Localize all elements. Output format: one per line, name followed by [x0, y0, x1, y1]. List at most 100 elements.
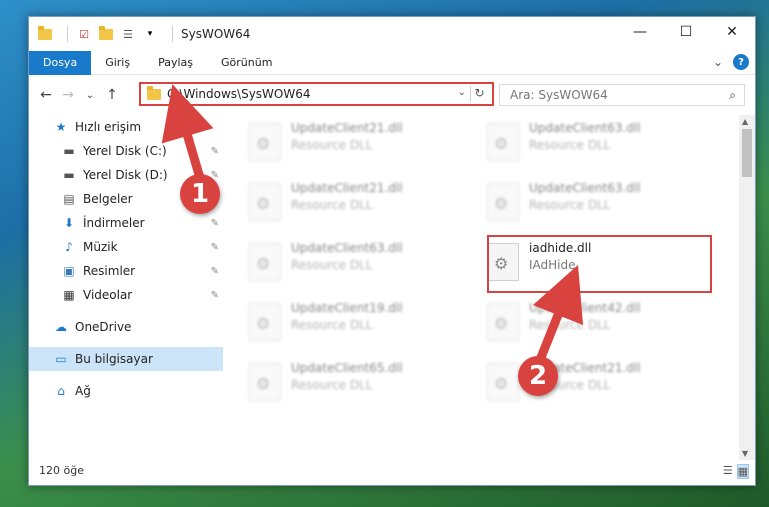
cloud-icon: ☁	[55, 320, 67, 334]
sidebar-item-this-pc[interactable]: ▭ Bu bilgisayar	[29, 347, 223, 371]
properties-icon[interactable]: ☑	[76, 26, 92, 42]
sidebar-item-label: Yerel Disk (C:)	[83, 144, 167, 158]
chevron-down-icon[interactable]: ⌄	[458, 87, 466, 98]
sidebar-item-label: İndirmeler	[83, 216, 145, 230]
list-item[interactable]: UpdateClient21.dll Resource DLL	[249, 119, 469, 173]
file-name: UpdateClient21.dll	[291, 121, 403, 135]
search-input[interactable]: Ara: SysWOW64 ⌕	[499, 84, 745, 106]
pin-icon[interactable]: ✎	[211, 266, 219, 277]
dll-file-icon	[249, 243, 281, 281]
list-item[interactable]: UpdateClient63.dll Resource DLL	[249, 239, 469, 293]
pin-icon[interactable]: ✎	[211, 146, 219, 157]
drive-icon: ▬	[63, 144, 75, 158]
sidebar-item-network[interactable]: ⌂ Ağ	[29, 379, 223, 403]
address-path: C:\Windows\SysWOW64	[167, 87, 311, 101]
sidebar-item-label: Videolar	[83, 288, 133, 302]
vertical-scrollbar[interactable]: ▲ ▼	[739, 115, 755, 460]
sidebar-item-label: Yerel Disk (D:)	[83, 168, 168, 182]
title-bar: ☑ ☰ ▾ SysWOW64 — ☐ ✕	[29, 17, 755, 51]
sidebar-item-label: Hızlı erişim	[75, 120, 142, 134]
file-name: UpdateClient63.dll	[291, 241, 403, 255]
pin-icon[interactable]: ✎	[211, 242, 219, 253]
divider	[67, 26, 68, 42]
step-badge-2: 2	[518, 356, 558, 396]
tab-share[interactable]: Paylaş	[144, 51, 207, 75]
sidebar-item-videos[interactable]: ▦ Videolar ✎	[29, 283, 223, 307]
file-description: Resource DLL	[291, 138, 373, 152]
file-description: Resource DLL	[529, 318, 611, 332]
maximize-button[interactable]: ☐	[663, 17, 709, 47]
back-button[interactable]: ←	[35, 87, 57, 103]
item-count: 120 öğe	[39, 464, 84, 477]
navigation-pane: ★ Hızlı erişim ▬ Yerel Disk (C:) ✎ ▬ Yer…	[29, 115, 223, 445]
ribbon-tabs: Dosya Giriş Paylaş Görünüm ⌄ ?	[29, 50, 755, 75]
file-name: UpdateClient19.dll	[291, 301, 403, 315]
sidebar-item-label: Müzik	[83, 240, 118, 254]
pictures-icon: ▣	[63, 264, 75, 278]
close-button[interactable]: ✕	[709, 17, 755, 47]
step-badge-1: 1	[180, 174, 220, 214]
pin-icon[interactable]: ✎	[211, 218, 219, 229]
documents-icon: ▤	[63, 192, 75, 206]
scroll-thumb[interactable]	[742, 129, 752, 177]
help-icon[interactable]: ?	[733, 54, 749, 70]
address-bar[interactable]: C:\Windows\SysWOW64 ⌄ ↻	[139, 82, 494, 106]
tab-home[interactable]: Giriş	[91, 51, 144, 75]
dll-file-icon	[249, 183, 281, 221]
details-view-icon[interactable]: ☰	[723, 464, 733, 479]
file-description: Resource DLL	[291, 198, 373, 212]
network-icon: ⌂	[57, 384, 65, 398]
scroll-up-icon[interactable]: ▲	[742, 117, 748, 126]
up-button[interactable]: ↑	[101, 87, 123, 103]
tab-file[interactable]: Dosya	[29, 50, 92, 75]
file-description: Resource DLL	[291, 378, 373, 392]
list-item[interactable]: UpdateClient42.dll Resource DLL	[487, 299, 707, 353]
sidebar-item-onedrive[interactable]: ☁ OneDrive	[29, 315, 223, 339]
forward-button[interactable]: →	[57, 87, 79, 103]
list-item[interactable]: UpdateClient65.dll Resource DLL	[249, 359, 469, 413]
drive-icon: ▬	[63, 168, 75, 182]
window-title: SysWOW64	[181, 27, 251, 41]
window-controls: — ☐ ✕	[617, 17, 755, 47]
dll-file-icon	[249, 123, 281, 161]
customize-toolbar-icon[interactable]: ☰	[120, 26, 136, 42]
refresh-button[interactable]: ↻	[470, 86, 488, 102]
dll-file-icon	[487, 123, 519, 161]
sidebar-item-quick-access[interactable]: ★ Hızlı erişim	[29, 115, 223, 139]
list-item[interactable]: UpdateClient63.dll Resource DLL	[487, 119, 707, 173]
sidebar-item-music[interactable]: ♪ Müzik ✎	[29, 235, 223, 259]
sidebar-item-disk-c[interactable]: ▬ Yerel Disk (C:) ✎	[29, 139, 223, 163]
file-name: UpdateClient65.dll	[291, 361, 403, 375]
ribbon-right: ⌄ ?	[713, 54, 749, 70]
expand-ribbon-icon[interactable]: ⌄	[713, 55, 723, 69]
dll-file-icon	[487, 183, 519, 221]
dll-file-icon	[249, 303, 281, 341]
star-icon: ★	[55, 120, 67, 134]
file-description: Resource DLL	[291, 258, 373, 272]
tab-view[interactable]: Görünüm	[207, 51, 286, 75]
navigation-bar: ← → ⌄ ↑ C:\Windows\SysWOW64 ⌄ ↻ Ara: Sys…	[29, 75, 755, 115]
pin-icon[interactable]: ✎	[211, 290, 219, 301]
new-folder-icon[interactable]	[98, 25, 114, 42]
file-description: Resource DLL	[529, 138, 611, 152]
dll-file-icon	[487, 363, 519, 401]
file-name: UpdateClient63.dll	[529, 181, 641, 195]
minimize-button[interactable]: —	[617, 17, 663, 47]
list-item[interactable]: UpdateClient63.dll Resource DLL	[487, 179, 707, 233]
computer-icon: ▭	[55, 352, 67, 366]
sidebar-item-downloads[interactable]: ⬇ İndirmeler ✎	[29, 211, 223, 235]
list-item[interactable]: UpdateClient19.dll Resource DLL	[249, 299, 469, 353]
search-icon: ⌕	[729, 88, 736, 102]
sidebar-item-pictures[interactable]: ▣ Resimler ✎	[29, 259, 223, 283]
recent-locations-button[interactable]: ⌄	[79, 90, 101, 101]
music-icon: ♪	[65, 240, 73, 254]
sidebar-item-label: OneDrive	[75, 320, 132, 334]
chevron-down-icon[interactable]: ▾	[142, 26, 158, 42]
file-name: UpdateClient42.dll	[529, 301, 641, 315]
scroll-down-icon[interactable]: ▼	[742, 449, 748, 458]
tiles-view-icon[interactable]: ▦	[736, 464, 749, 479]
list-item[interactable]: UpdateClient21.dll Resource DLL	[249, 179, 469, 233]
view-switcher: ☰ ▦	[723, 464, 749, 479]
